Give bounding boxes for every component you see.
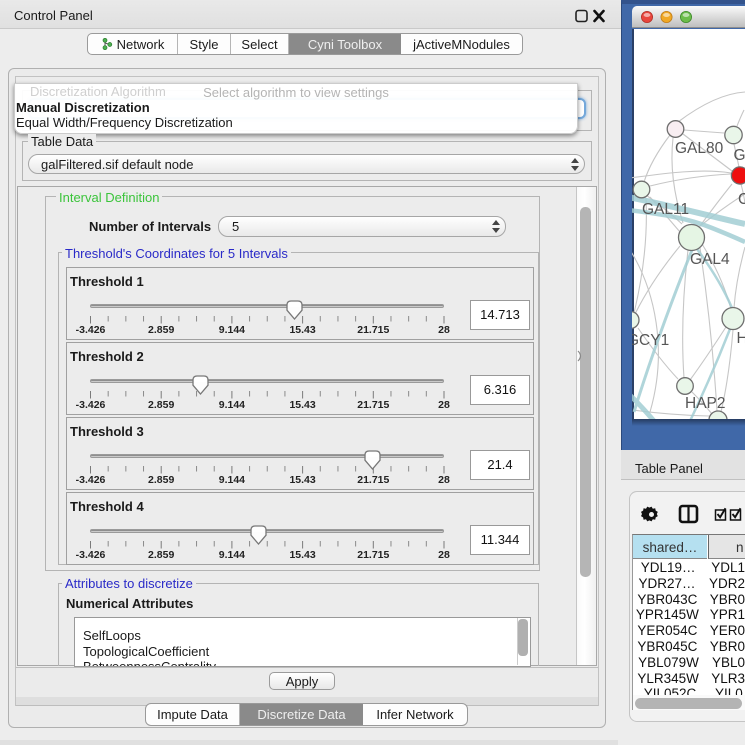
svg-text:HAP2: HAP2 [685, 395, 726, 412]
svg-text:CY: CY [738, 191, 745, 208]
svg-text:GAL11: GAL11 [642, 201, 689, 218]
svg-text:H: H [737, 330, 745, 347]
svg-text:GCY1: GCY1 [632, 332, 669, 349]
svg-text:GAL80: GAL80 [675, 140, 724, 157]
svg-text:GAL4: GAL4 [690, 251, 730, 268]
svg-text:GA: GA [734, 147, 745, 164]
